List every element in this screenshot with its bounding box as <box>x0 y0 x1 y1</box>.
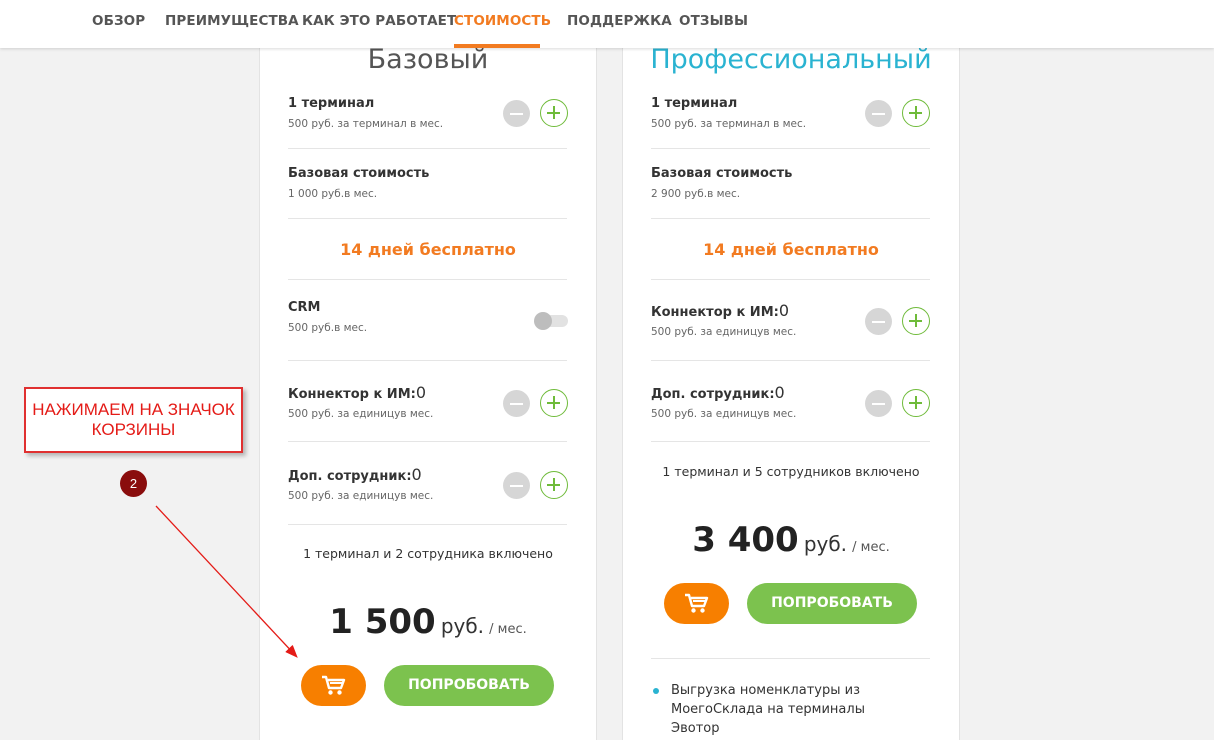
annotation-arrow <box>155 505 298 658</box>
nav-item-reviews[interactable]: ОТЗЫВЫ <box>679 13 748 29</box>
nav-item-overview[interactable]: ОБЗОР <box>92 13 145 29</box>
nav-item-advantages[interactable]: ПРЕИМУЩЕСТВА <box>165 13 299 29</box>
nav-item-how-it-works[interactable]: КАК ЭТО РАБОТАЕТ <box>302 13 456 29</box>
nav-item-support[interactable]: ПОДДЕРЖКА <box>567 13 672 29</box>
top-navigation: ОБЗОР ПРЕИМУЩЕСТВА КАК ЭТО РАБОТАЕТ СТОИ… <box>0 0 1214 48</box>
nav-active-underline <box>454 44 540 48</box>
nav-item-pricing[interactable]: СТОИМОСТЬ <box>454 13 551 29</box>
